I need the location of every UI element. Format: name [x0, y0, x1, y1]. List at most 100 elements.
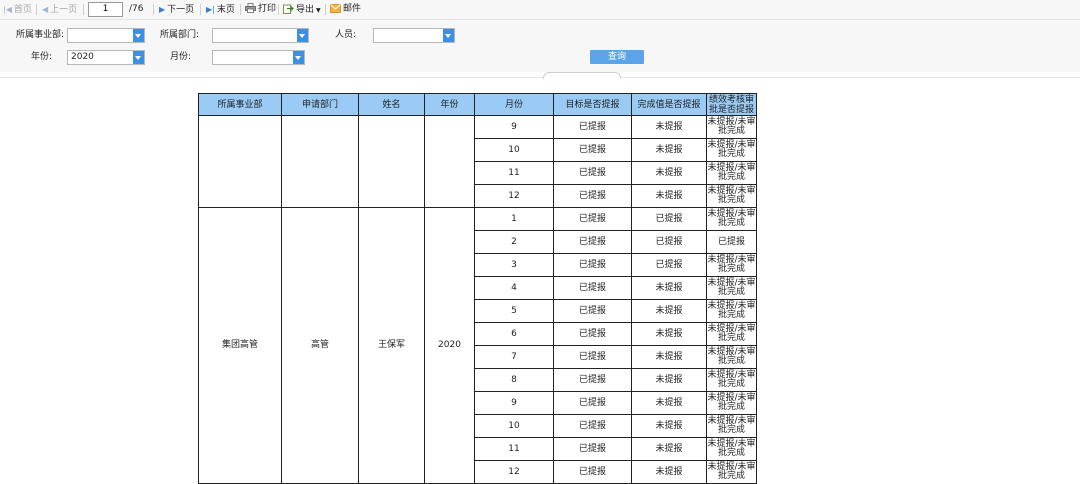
done-status-cell: 未提报 [631, 437, 707, 461]
month-cell: 4 [474, 276, 554, 300]
review-status-cell: 未提报/未审批完成 [706, 391, 757, 415]
collapse-handle[interactable] [543, 72, 621, 79]
next-page-icon: ▶ [159, 5, 166, 14]
target-status-cell: 已提报 [553, 322, 632, 346]
year-label: 年份: [31, 52, 53, 62]
person-label: 人员: [335, 30, 357, 40]
review-status-cell: 已提报 [706, 230, 757, 254]
chevron-down-icon[interactable] [297, 29, 308, 42]
first-page-icon: |◀ [3, 5, 12, 14]
dept-cell [281, 115, 359, 208]
year-select-value: 2020 [71, 52, 94, 62]
month-cell: 11 [474, 161, 554, 185]
name-cell: 王保军 [358, 207, 425, 484]
page-number-input[interactable] [88, 2, 123, 17]
target-status-cell: 已提报 [553, 230, 632, 254]
toolbar-divider [240, 4, 241, 15]
month-cell: 1 [474, 207, 554, 231]
export-button[interactable]: 导出 ▼ [283, 3, 321, 16]
toolbar-divider [278, 4, 279, 15]
column-header: 完成值是否提报 [631, 93, 707, 116]
division-label: 所属事业部: [16, 30, 65, 40]
month-cell: 5 [474, 299, 554, 323]
month-cell: 2 [474, 230, 554, 254]
review-status-cell: 未提报/未审批完成 [706, 368, 757, 392]
done-status-cell: 未提报 [631, 368, 707, 392]
toolbar-divider [83, 4, 84, 15]
month-cell: 12 [474, 460, 554, 484]
done-status-cell: 未提报 [631, 391, 707, 415]
review-status-cell: 未提报/未审批完成 [706, 345, 757, 369]
chevron-down-icon[interactable] [443, 29, 454, 42]
year-cell: 2020 [424, 207, 475, 484]
chevron-down-icon[interactable] [293, 51, 304, 64]
target-status-cell: 已提报 [553, 414, 632, 438]
table-row: 集团高管 高管 王保军 2020 1 已提报 已提报 未提报/未审批完成 [198, 207, 757, 484]
year-cell [424, 115, 475, 208]
target-status-cell: 已提报 [553, 460, 632, 484]
toolbar-divider [153, 4, 154, 15]
target-status-cell: 已提报 [553, 276, 632, 300]
review-status-cell: 未提报/未审批完成 [706, 115, 757, 139]
toolbar-divider [200, 4, 201, 15]
name-cell [358, 115, 425, 208]
dept-select[interactable] [212, 28, 309, 43]
last-page-button[interactable]: ▶| 末页 [206, 3, 235, 16]
report-toolbar: |◀首页 ◀上一页 /76 ▶下一页 ▶|末页 打印 导出▼ 邮件 [0, 0, 1080, 20]
division-cell: 集团高管 [198, 207, 282, 484]
person-select[interactable] [373, 28, 455, 43]
first-page-button[interactable]: |◀ 首页 [3, 3, 32, 16]
done-status-cell: 未提报 [631, 161, 707, 185]
chevron-down-icon[interactable] [133, 51, 144, 64]
target-status-cell: 已提报 [553, 115, 632, 139]
dept-cell: 高管 [281, 207, 359, 484]
target-status-cell: 已提报 [553, 253, 632, 277]
filter-panel [0, 20, 1080, 72]
done-status-cell: 未提报 [631, 276, 707, 300]
review-status-cell: 未提报/未审批完成 [706, 322, 757, 346]
prev-page-icon: ◀ [42, 5, 49, 14]
target-status-cell: 已提报 [553, 437, 632, 461]
export-icon [283, 3, 294, 19]
target-status-cell: 已提报 [553, 138, 632, 162]
done-status-cell: 已提报 [631, 207, 707, 231]
column-header: 申请部门 [281, 93, 359, 116]
printer-icon [245, 3, 256, 18]
month-cell: 8 [474, 368, 554, 392]
review-status-cell: 未提报/未审批完成 [706, 253, 757, 277]
review-status-cell: 未提报/未审批完成 [706, 184, 757, 208]
print-button[interactable]: 打印 [245, 3, 276, 16]
done-status-cell: 未提报 [631, 460, 707, 484]
prev-page-button[interactable]: ◀ 上一页 [42, 3, 77, 16]
chevron-down-icon[interactable] [133, 29, 144, 42]
next-page-button[interactable]: ▶ 下一页 [159, 3, 194, 16]
month-select[interactable] [212, 50, 305, 65]
done-status-cell: 未提报 [631, 299, 707, 323]
mail-button[interactable]: 邮件 [330, 3, 361, 16]
month-cell: 6 [474, 322, 554, 346]
review-status-cell: 未提报/未审批完成 [706, 460, 757, 484]
review-status-cell: 未提报/未审批完成 [706, 161, 757, 185]
done-status-cell: 未提报 [631, 322, 707, 346]
target-status-cell: 已提报 [553, 345, 632, 369]
column-header: 目标是否提报 [553, 93, 632, 116]
query-button[interactable]: 查询 [590, 50, 644, 64]
done-status-cell: 已提报 [631, 230, 707, 254]
division-select[interactable] [67, 28, 145, 43]
report-table: 所属事业部 申请部门 姓名 年份 月份 目标是否提报 完成值是否提报 绩效考核审… [198, 93, 757, 484]
table-header-row: 所属事业部 申请部门 姓名 年份 月份 目标是否提报 完成值是否提报 绩效考核审… [198, 93, 757, 116]
month-cell: 12 [474, 184, 554, 208]
year-select[interactable]: 2020 [67, 50, 145, 65]
month-cell: 11 [474, 437, 554, 461]
target-status-cell: 已提报 [553, 161, 632, 185]
month-cell: 9 [474, 391, 554, 415]
column-header: 绩效考核审批是否提报 [706, 93, 757, 116]
month-cell: 10 [474, 414, 554, 438]
review-status-cell: 未提报/未审批完成 [706, 138, 757, 162]
column-header: 姓名 [358, 93, 425, 116]
page-total-label: /76 [129, 4, 144, 14]
month-label: 月份: [170, 52, 192, 62]
target-status-cell: 已提报 [553, 391, 632, 415]
toolbar-divider [325, 4, 326, 15]
last-page-icon: ▶| [206, 5, 215, 14]
